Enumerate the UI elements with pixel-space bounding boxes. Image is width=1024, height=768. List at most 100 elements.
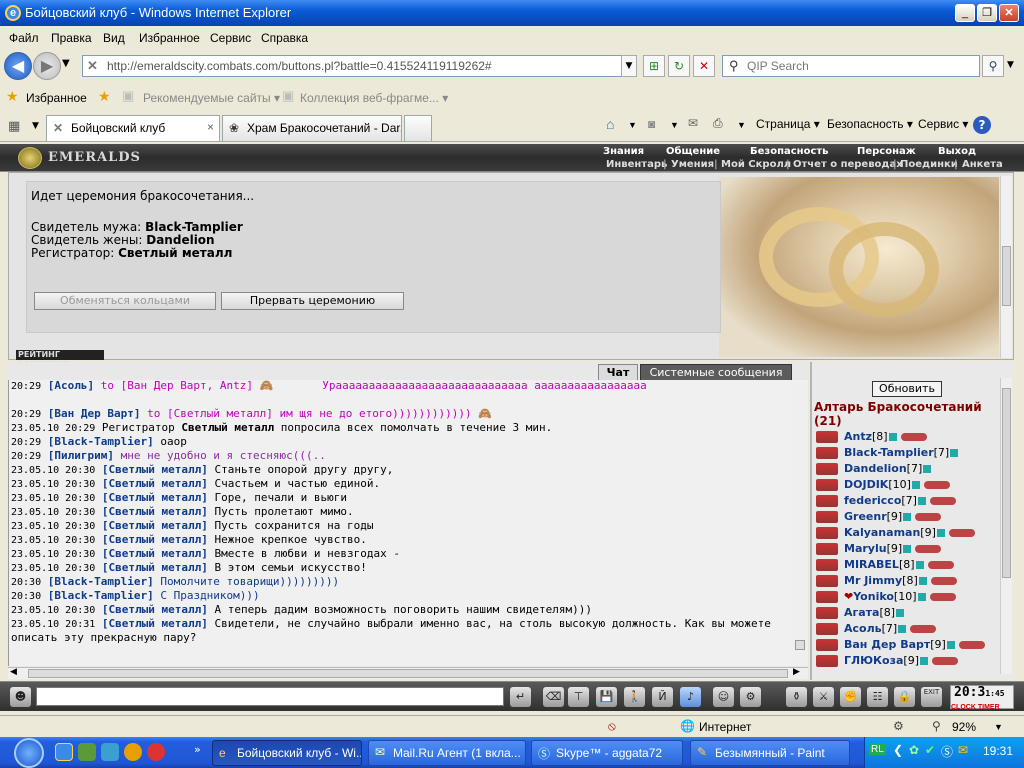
menu-view[interactable]: Вид [103,31,125,45]
nav-communication[interactable]: Общение [666,146,720,157]
zoom-dropdown-icon[interactable]: ▼ [994,722,1003,732]
exchange-rings-button[interactable]: Обменяться кольцами [34,292,216,310]
chat-nick[interactable]: [Светлый металл] [102,561,208,574]
player-name[interactable]: Агата [844,606,879,619]
player-row[interactable]: Black-Tamplier[7] [816,446,959,461]
chat-nick[interactable]: [Светлый металл] [102,617,208,630]
zoom-icon[interactable]: ⚲ [932,719,941,733]
player-row[interactable]: Dandelion[7] [816,462,932,477]
nav-my-scroll[interactable]: Мой Скролл [721,159,791,170]
player-name[interactable]: Ван Дер Варт [844,638,930,651]
player-row[interactable]: Ван Дер Варт[9] [816,638,985,653]
player-name[interactable]: Dandelion [844,462,907,475]
chat-scrollbar[interactable] [794,382,806,666]
info-badge-icon[interactable] [915,561,924,569]
menu-edit[interactable]: Правка [51,31,92,45]
player-row[interactable]: MIRABEL[8] [816,558,954,573]
ceremony-scrollbar[interactable] [1000,176,1012,358]
private-message-icon[interactable] [816,559,838,571]
chat-nick[interactable]: [Black-Tamplier] [48,589,154,602]
maximize-button[interactable]: ❐ [977,4,997,22]
security-menu[interactable]: Безопасность ▾ [827,117,913,131]
info-badge-icon[interactable] [903,513,912,521]
browser-quicklaunch-icon[interactable] [147,743,165,761]
chat-nick[interactable]: [Светлый металл] [102,519,208,532]
forward-button[interactable]: ▶ [33,52,61,80]
print-icon[interactable]: ⎙ [713,116,723,131]
address-dropdown-icon[interactable]: ▼ [621,55,637,77]
chat-horizontal-scrollbar[interactable]: ◀ ▶ [8,667,808,679]
tray-skype-icon[interactable]: Ⓢ [941,743,953,760]
smiles-icon[interactable]: ☺ [713,687,734,707]
info-badge-icon[interactable] [920,657,929,665]
mail-icon[interactable]: ✉ [688,116,698,130]
player-row[interactable]: ГЛЮКоза[9] [816,654,959,669]
private-message-icon[interactable] [816,463,838,475]
scrollbar-thumb[interactable] [1002,246,1011,306]
scrollbar-thumb[interactable] [1002,388,1011,578]
taskbar-item-skype[interactable]: Ⓢ Skype™ - aggata72 [531,740,683,766]
menu-file[interactable]: Файл [9,31,39,45]
nav-security[interactable]: Безопасность [750,146,829,157]
taskbar-item-ie[interactable]: e Бойцовский клуб - Wi... [212,740,362,766]
exit-icon[interactable]: EXIT [921,687,942,707]
sound-icon[interactable]: ♪ [680,687,701,707]
chat-nick[interactable]: [Светлый металл] [102,547,208,560]
chat-nick[interactable]: [Светлый металл] [102,463,208,476]
address-bar[interactable]: ✕ http://emeraldscity.combats.com/button… [82,55,637,77]
search-options-icon[interactable]: ▼ [1007,60,1014,70]
quick-tabs-icon[interactable]: ▦ [8,119,20,134]
chat-nick[interactable]: [Светлый металл] [102,505,208,518]
player-row[interactable]: Marylu[9] [816,542,942,557]
private-message-icon[interactable] [816,607,838,619]
private-message-icon[interactable] [816,543,838,555]
history-dropdown-icon[interactable]: ▼ [62,58,70,69]
player-row[interactable]: DOJDIK[10] [816,478,950,493]
zoom-level[interactable]: 92% [952,720,976,734]
player-name[interactable]: Mr Jimmy [844,574,902,587]
friends-icon[interactable]: ☷ [867,687,888,707]
walk-icon[interactable]: 🚶 [624,687,645,707]
taskbar-item-paint[interactable]: ✎ Безымянный - Paint [690,740,850,766]
private-message-icon[interactable] [816,575,838,587]
private-message-icon[interactable] [816,479,838,491]
app-quicklaunch-icon[interactable] [124,743,142,761]
filter-icon[interactable]: ⊤ [568,687,589,707]
scroll-right-icon[interactable]: ▶ [793,667,800,677]
nav-inventory[interactable]: Инвентарь [606,159,667,170]
info-badge-icon[interactable] [896,609,905,617]
player-name[interactable]: Yoniko [853,590,894,603]
save-icon[interactable]: 💾 [596,687,617,707]
tab-wedding-temple[interactable]: ❀ Храм Бракосочетаний - Dar... [222,115,402,141]
page-menu[interactable]: Страница ▾ [756,117,820,131]
player-name[interactable]: federicco [844,494,901,507]
tray-clock[interactable]: 19:31 [983,744,1013,758]
chat-nick[interactable]: [Black-Tamplier] [48,575,154,588]
tray-mail-icon[interactable]: ✉ [958,743,968,757]
close-window-button[interactable]: ✕ [999,4,1019,22]
info-badge-icon[interactable] [888,433,897,441]
back-button[interactable]: ◀ [4,52,32,80]
chat-nick[interactable]: [Black-Tamplier] [48,435,154,448]
send-icon[interactable]: ↵ [510,687,531,707]
private-message-icon[interactable] [816,527,838,539]
chat-input[interactable] [36,687,504,706]
info-badge-icon[interactable] [911,481,920,489]
menu-help[interactable]: Справка [261,31,308,45]
info-badge-icon[interactable] [946,641,955,649]
chat-nick[interactable]: [Светлый металл] [102,491,208,504]
refresh-button[interactable]: Обновить [872,381,942,397]
tab-chat[interactable]: Чат [598,364,638,381]
feeds-dropdown-icon[interactable]: ▼ [670,120,679,130]
chat-nick[interactable]: [Ван Дер Варт] [48,407,141,420]
player-name[interactable]: ГЛЮКоза [844,654,903,667]
scroll-left-icon[interactable]: ◀ [10,667,17,677]
chat-nick[interactable]: [Светлый металл] [102,477,208,490]
nav-fights[interactable]: Поединки [900,159,958,170]
private-message-icon[interactable] [816,447,838,459]
info-badge-icon[interactable] [903,545,912,553]
tray-expand-icon[interactable]: ❮ [893,743,903,757]
chat-nick[interactable]: [Светлый металл] [102,603,208,616]
player-name[interactable]: Antz [844,430,872,443]
scrollbar-thumb[interactable] [795,640,805,650]
